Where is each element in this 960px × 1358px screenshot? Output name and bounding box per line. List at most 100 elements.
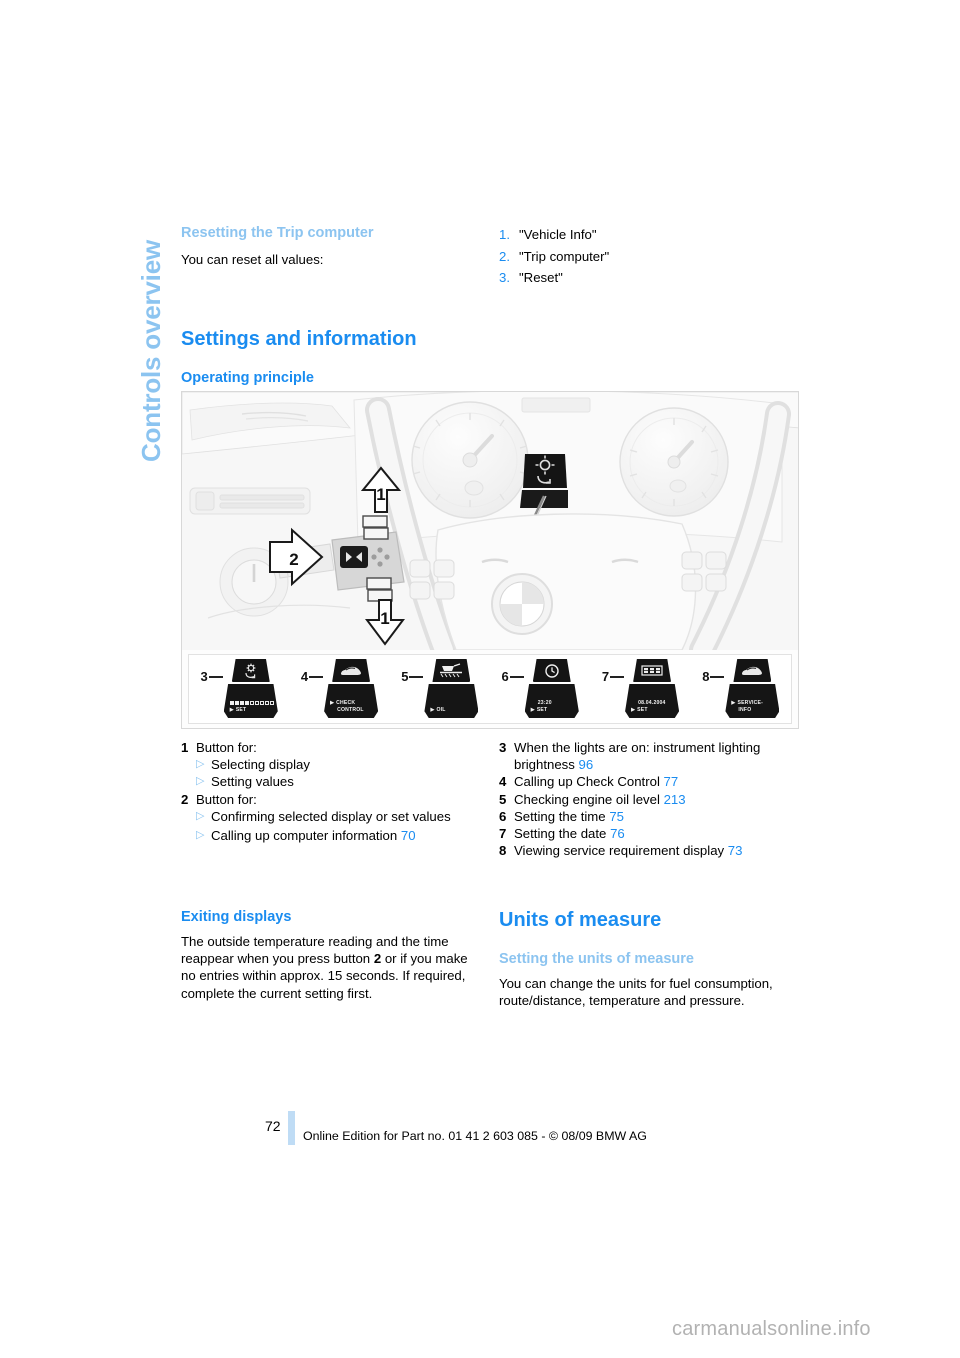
legend-text-label: Viewing service requirement display [514,843,725,859]
resetting-trip-computer-body: You can reset all values: [181,252,324,267]
legend-number: 5 [499,791,507,807]
legend-subitem: ▷ Setting values [181,773,481,790]
page-reference[interactable]: 70 [397,828,416,843]
legend-number: 4 [499,774,507,790]
page-number: 72 [265,1118,281,1134]
legend-text: Viewing service requirement display 73 [514,842,801,859]
page-footer: 72 Online Edition for Part no. 01 41 2 6… [0,1108,960,1152]
legend-text: Setting the date 76 [514,825,801,842]
legend-row: 5 Checking engine oil level 213 [499,791,801,808]
panel-stack: ▶ CHECK CONTROL [324,659,379,718]
list-item: 3. "Reset" [499,267,801,289]
panel-readout: ▶ SERVICE- INFO [725,684,780,718]
units-subtitle: Setting the units of measure [499,951,694,967]
oil-can-icon [432,659,471,682]
exiting-displays-heading: Exiting displays [181,909,292,925]
bmw-logo-icon [491,573,553,635]
legend-subitem: ▷ Calling up computer information 70 [181,827,481,844]
watermark: carmanualsonline.info [672,1318,871,1340]
legend-row: 2 Button for: [181,791,481,808]
triangle-bullet-icon: ▷ [196,809,205,822]
legend-row: 4 Calling up Check Control 77 [499,773,801,790]
panel-3: 3 ▶ SET [189,659,289,723]
svg-text:1: 1 [380,609,389,628]
panel-readout: ▶ CHECK CONTROL [324,684,379,718]
legend-subtext: Calling up computer information 70 [211,827,481,844]
panel-number: 7 [601,669,610,684]
page-reference[interactable]: 213 [660,792,686,807]
page-reference[interactable]: 76 [606,826,625,841]
step-number: 3. [499,270,510,285]
clock-icon [532,659,571,682]
list-item: 1. "Vehicle Info" [499,224,801,246]
brightness-segments [229,700,278,705]
calendar-icon [633,659,672,682]
panel-line: CONTROL [337,706,364,713]
operating-principle-illustration: 1 1 2 3 ▶ SET 4 ▶ CHECK CONTROL 5 ▶ OIL … [181,391,799,729]
units-of-measure-block: Units of measure Setting the units of me… [499,908,801,1009]
arrow-glyph: ▶ [530,706,535,713]
column-gutter [481,908,499,1009]
section-title: Settings and information [181,328,417,350]
car-icon [733,659,772,682]
legend-number: 1 [181,740,189,755]
display-panels-row: 3 ▶ SET 4 ▶ CHECK CONTROL 5 ▶ OIL 6 23:2… [188,654,792,724]
legend-subtext-label: Calling up computer information [211,828,398,844]
panel-stack: ▶ OIL [424,659,479,718]
page-reference[interactable]: 96 [575,757,594,772]
leader-line [208,676,223,678]
triangle-bullet-icon: ▷ [196,775,205,788]
legend-subitem: ▷ Selecting display [181,756,481,773]
legend-right: 3 When the lights are on: instrument lig… [499,739,801,859]
footer-accent-bar [288,1111,295,1145]
legend-number: 7 [499,826,507,842]
legend-columns: 1 Button for: ▷ Selecting display ▷ Sett… [181,739,801,859]
legend-row: 6 Setting the time 75 [499,808,801,825]
legend-text-label: Setting the date [514,826,607,842]
legend-subtext: Confirming selected display or set value… [211,808,451,824]
dashboard-drawing: 1 1 2 [182,392,798,650]
panel-4: 4 ▶ CHECK CONTROL [289,659,389,723]
page-reference[interactable]: 77 [660,774,679,789]
leader-line [509,676,524,678]
panel-line: SET [536,706,548,713]
panel-line: INFO [738,706,752,713]
page-reference[interactable]: 73 [724,843,743,858]
page-reference[interactable]: 75 [606,809,624,824]
leader-line [309,676,324,678]
panel-stack: 08.04.2004 ▶ SET [625,659,680,718]
legend-text: Button for: [196,740,257,755]
arrow-glyph: ▶ [229,706,234,713]
panel-5: 5 ▶ OIL [390,659,490,723]
panel-readout: 23:20 ▶ SET [524,684,579,718]
dashboard-photo: 1 1 2 [182,392,798,650]
triangle-bullet-icon: ▷ [196,758,205,771]
arrow-glyph: ▶ [430,706,435,713]
legend-row: 8 Viewing service requirement display 73 [499,842,801,859]
units-body: You can change the units for fuel consum… [499,976,773,1009]
legend-text-label: Checking engine oil level [514,791,660,807]
resetting-trip-computer-heading: Resetting the Trip computer [181,225,374,241]
triangle-bullet-icon: ▷ [196,829,205,842]
svg-text:1: 1 [376,485,385,504]
panel-line: OIL [436,706,446,713]
legend-number: 8 [499,843,507,859]
bottom-columns: Exiting displays The outside temperature… [181,908,801,1009]
legend-text: Button for: [196,791,257,807]
chapter-side-tab: Controls overview [136,240,166,462]
exiting-displays-body: The outside temperature reading and the … [181,933,481,1002]
step-label: "Trip computer" [519,248,610,264]
legend-text: Calling up Check Control 77 [514,773,801,790]
legend-text-label: Calling up Check Control [514,774,660,790]
top-columns: Resetting the Trip computer You can rese… [181,224,801,289]
legend-row: 3 When the lights are on: instrument lig… [499,739,801,773]
panel-line: SET [637,706,648,713]
page-content: Resetting the Trip computer You can rese… [181,0,801,1358]
panel-number: 8 [702,669,710,684]
legend-subtext: Setting values [211,774,294,790]
instrument-lighting-icon [231,659,270,682]
step-label: "Reset" [519,270,563,285]
legend-left: 1 Button for: ▷ Selecting display ▷ Sett… [181,739,481,859]
legend-text: Setting the time 75 [514,808,801,825]
legend-number: 3 [499,740,507,755]
